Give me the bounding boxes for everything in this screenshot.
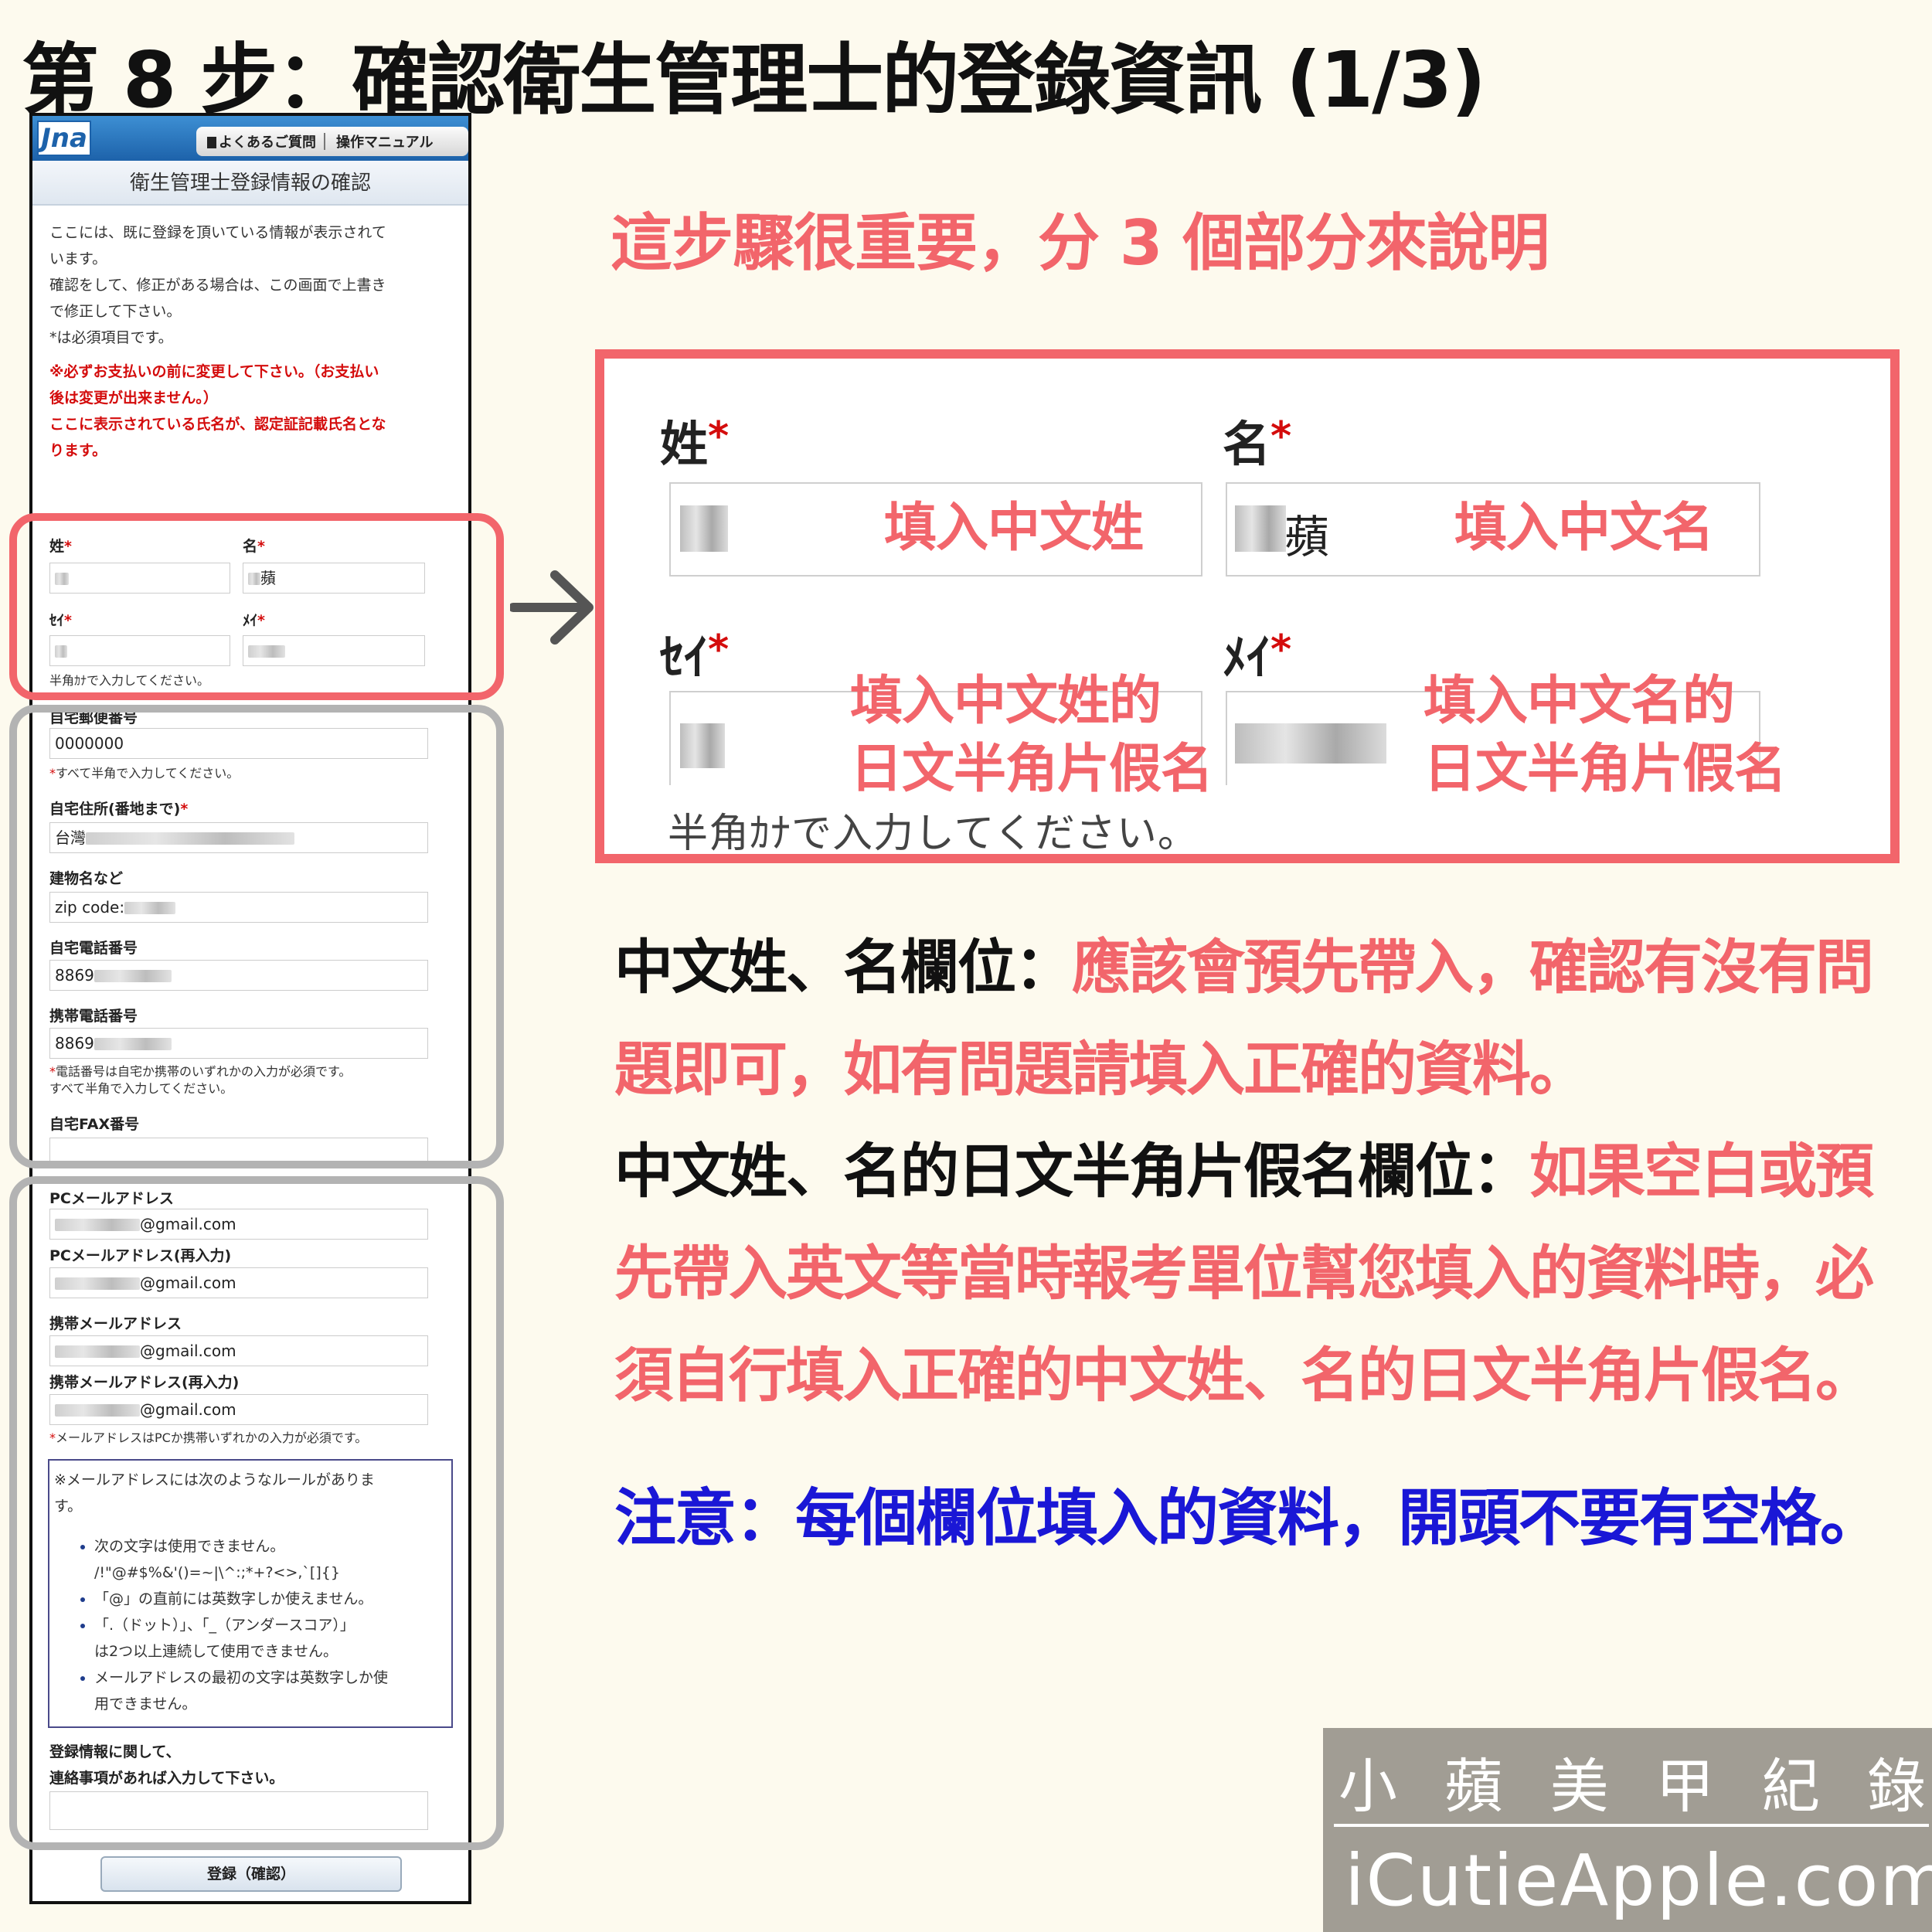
header-nav: よくあるご質問 操作マニュアル	[196, 127, 468, 156]
mei-annotation: 填入中文名	[1454, 498, 1714, 559]
faq-link-label: よくあるご質問	[219, 134, 316, 151]
payment-warning: ※必ずお支払いの前に変更して下さい。（お支払い 後は変更が出来ません。） ここに…	[49, 359, 451, 464]
zoom-mei-kana-label: ﾒｲ*	[1223, 627, 1292, 685]
manual-link[interactable]: 操作マニュアル	[325, 131, 440, 151]
explanation-key: 中文姓、名的日文半角片假名欄位：	[614, 1137, 1531, 1206]
right-arrow-icon	[510, 570, 594, 645]
warning-line: 後は変更が出来ません。）	[49, 389, 218, 406]
name-section-highlight	[9, 513, 504, 700]
mei-kana-annotation: 填入中文名的 日文半角片假名	[1423, 671, 1787, 800]
app-header: Jna よくあるご質問 操作マニュアル	[32, 116, 468, 161]
explanation-kana-fields: 中文姓、名的日文半角片假名欄位：如果空白或預先帶入英文等當時報考單位幫您填入的資…	[614, 1121, 1905, 1427]
register-confirm-button[interactable]: 登録（確認）	[100, 1856, 402, 1892]
brand-watermark: 小蘋美甲紀錄 iCutieApple.com	[1323, 1728, 1932, 1932]
jna-logo: Jna	[37, 121, 91, 156]
zoom-kana-hint: 半角ｶﾅで入力してください。	[668, 811, 1199, 857]
address-section-highlight	[9, 705, 504, 1168]
faq-link[interactable]: よくあるご質問	[196, 131, 324, 151]
document-icon	[207, 137, 216, 148]
warning-line: ここに表示されている氏名が、認定証記載氏名とな	[49, 416, 386, 433]
email-section-highlight	[9, 1176, 504, 1850]
sei-annotation: 填入中文姓	[884, 498, 1144, 559]
zoom-sei-kana-label: ｾｲ*	[660, 627, 730, 685]
intro-text: ここには、既に登録を頂いている情報が表示されて います。 確認をして、修正がある…	[49, 219, 451, 351]
warning-line: ります。	[49, 442, 107, 459]
headline: 這步驟很重要，分 3 個部分來說明	[611, 207, 1549, 279]
explanation-name-fields: 中文姓、名欄位：應該會預先帶入，確認有沒有問題即可，如有問題請填入正確的資料。	[614, 917, 1905, 1121]
brand-url: iCutieApple.com	[1345, 1839, 1932, 1922]
intro-line: ここには、既に登録を頂いている情報が表示されて	[49, 224, 386, 241]
name-fields-zoom: 姓* 名* 填入中文姓 蘋 填入中文名 ｾｲ* ﾒｲ* 填入中文姓的 日文半角片…	[595, 349, 1900, 863]
zoom-mei-value: 蘋	[1284, 511, 1330, 563]
intro-line: います。	[49, 250, 107, 267]
warning-line: ※必ずお支払いの前に変更して下さい。（お支払い	[49, 363, 379, 380]
intro-line: *は必須項目です。	[49, 329, 173, 346]
brand-chinese-name: 小蘋美甲紀錄	[1338, 1752, 1926, 1821]
explanation-key: 中文姓、名欄位：	[614, 933, 1073, 1002]
form-body: ここには、既に登録を頂いている情報が表示されて います。 確認をして、修正がある…	[32, 219, 468, 464]
zoom-mei-label: 名*	[1223, 413, 1292, 472]
intro-line: 確認をして、修正がある場合は、この画面で上書き	[49, 277, 386, 294]
brand-divider	[1334, 1824, 1929, 1827]
intro-line: で修正して下さい。	[49, 303, 182, 320]
screen-subtitle: 衛生管理士登録情報の確認	[32, 161, 468, 206]
zoom-sei-label: 姓*	[660, 413, 730, 472]
sei-kana-annotation: 填入中文姓的 日文半角片假名	[850, 671, 1213, 800]
no-leading-space-note: 注意：每個欄位填入的資料，開頭不要有空格。	[614, 1482, 1882, 1554]
